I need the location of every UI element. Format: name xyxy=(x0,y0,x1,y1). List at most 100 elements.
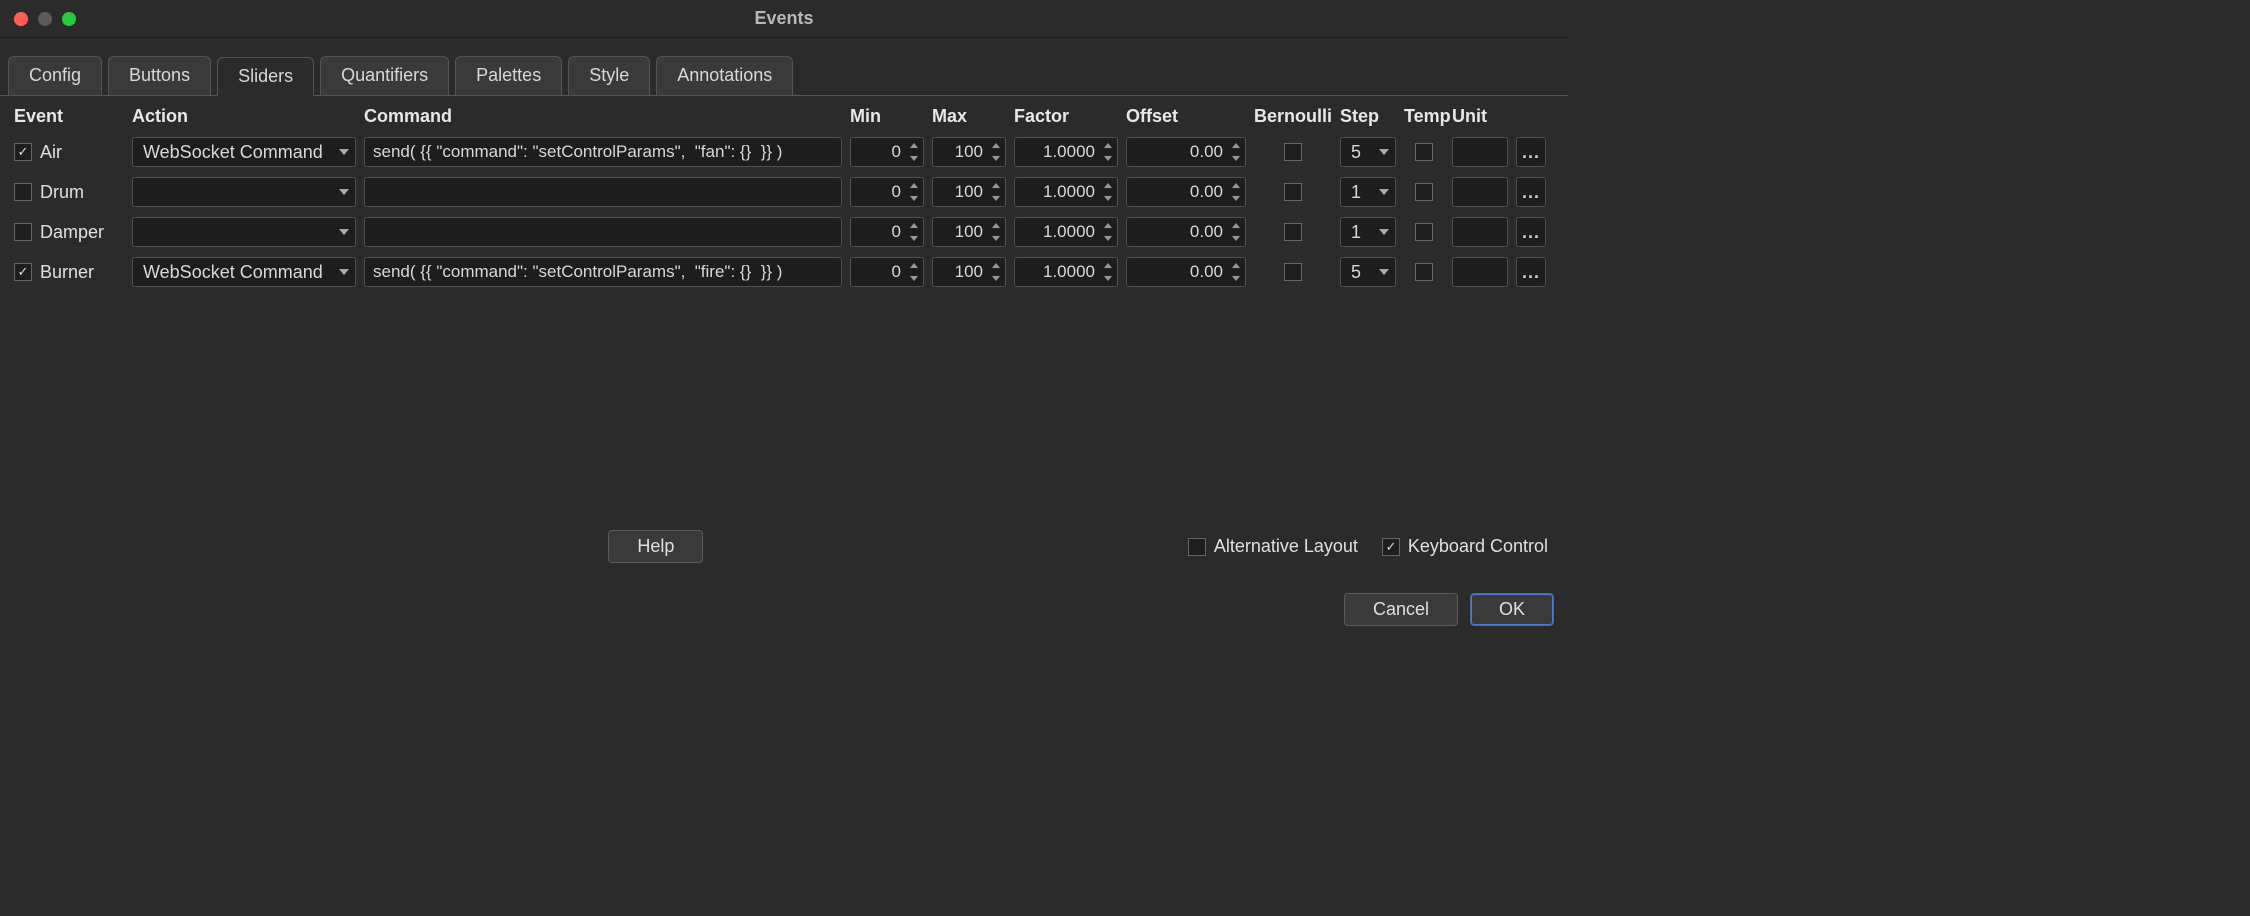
ok-button[interactable]: OK xyxy=(1470,593,1554,626)
min-spin-burner-input[interactable] xyxy=(851,262,905,282)
temp-checkbox-drum[interactable] xyxy=(1415,183,1433,201)
command-input-air[interactable] xyxy=(373,142,833,162)
window-minimize-button[interactable] xyxy=(38,12,52,26)
unit-field-burner[interactable] xyxy=(1452,257,1508,287)
offset-spin-burner-up[interactable] xyxy=(1229,260,1243,271)
tab-annotations[interactable]: Annotations xyxy=(656,56,793,95)
alternative-layout-checkbox[interactable] xyxy=(1188,538,1206,556)
min-spin-damper[interactable] xyxy=(850,217,924,247)
max-spin-damper-input[interactable] xyxy=(933,222,987,242)
max-spin-burner-up[interactable] xyxy=(989,260,1003,271)
max-spin-damper[interactable] xyxy=(932,217,1006,247)
more-button-drum[interactable]: ... xyxy=(1516,177,1546,207)
action-combo-drum[interactable] xyxy=(132,177,356,207)
max-spin-air-down[interactable] xyxy=(989,153,1003,164)
min-spin-burner[interactable] xyxy=(850,257,924,287)
max-spin-damper-down[interactable] xyxy=(989,233,1003,244)
max-spin-air-input[interactable] xyxy=(933,142,987,162)
max-spin-damper-up[interactable] xyxy=(989,220,1003,231)
window-zoom-button[interactable] xyxy=(62,12,76,26)
command-input-burner[interactable] xyxy=(373,262,833,282)
enable-checkbox-drum[interactable] xyxy=(14,183,32,201)
tab-quantifiers[interactable]: Quantifiers xyxy=(320,56,449,95)
max-spin-drum-input[interactable] xyxy=(933,182,987,202)
offset-spin-burner-down[interactable] xyxy=(1229,273,1243,284)
offset-spin-damper-up[interactable] xyxy=(1229,220,1243,231)
step-combo-damper[interactable]: 1 xyxy=(1340,217,1396,247)
factor-spin-burner-down[interactable] xyxy=(1101,273,1115,284)
bernoulli-checkbox-drum[interactable] xyxy=(1284,183,1302,201)
temp-checkbox-burner[interactable] xyxy=(1415,263,1433,281)
tab-palettes[interactable]: Palettes xyxy=(455,56,562,95)
step-combo-air[interactable]: 5 xyxy=(1340,137,1396,167)
min-spin-drum-input[interactable] xyxy=(851,182,905,202)
factor-spin-damper-up[interactable] xyxy=(1101,220,1115,231)
min-spin-air-up[interactable] xyxy=(907,140,921,151)
action-combo-damper[interactable] xyxy=(132,217,356,247)
factor-spin-drum-up[interactable] xyxy=(1101,180,1115,191)
factor-spin-drum[interactable] xyxy=(1014,177,1118,207)
factor-spin-drum-input[interactable] xyxy=(1015,182,1099,202)
more-button-burner[interactable]: ... xyxy=(1516,257,1546,287)
factor-spin-air[interactable] xyxy=(1014,137,1118,167)
min-spin-drum-up[interactable] xyxy=(907,180,921,191)
min-spin-burner-up[interactable] xyxy=(907,260,921,271)
help-button[interactable]: Help xyxy=(608,530,703,563)
offset-spin-damper-down[interactable] xyxy=(1229,233,1243,244)
command-field-air[interactable] xyxy=(364,137,842,167)
factor-spin-damper-input[interactable] xyxy=(1015,222,1099,242)
cancel-button[interactable]: Cancel xyxy=(1344,593,1458,626)
tab-style[interactable]: Style xyxy=(568,56,650,95)
offset-spin-drum-up[interactable] xyxy=(1229,180,1243,191)
step-combo-drum[interactable]: 1 xyxy=(1340,177,1396,207)
more-button-air[interactable]: ... xyxy=(1516,137,1546,167)
min-spin-damper-input[interactable] xyxy=(851,222,905,242)
factor-spin-burner-up[interactable] xyxy=(1101,260,1115,271)
tab-buttons[interactable]: Buttons xyxy=(108,56,211,95)
more-button-damper[interactable]: ... xyxy=(1516,217,1546,247)
offset-spin-drum[interactable] xyxy=(1126,177,1246,207)
offset-spin-drum-input[interactable] xyxy=(1127,182,1227,202)
factor-spin-burner-input[interactable] xyxy=(1015,262,1099,282)
keyboard-control-checkbox[interactable] xyxy=(1382,538,1400,556)
max-spin-air[interactable] xyxy=(932,137,1006,167)
max-spin-burner-down[interactable] xyxy=(989,273,1003,284)
unit-field-air[interactable] xyxy=(1452,137,1508,167)
factor-spin-air-input[interactable] xyxy=(1015,142,1099,162)
min-spin-air-input[interactable] xyxy=(851,142,905,162)
factor-spin-air-down[interactable] xyxy=(1101,153,1115,164)
min-spin-burner-down[interactable] xyxy=(907,273,921,284)
offset-spin-damper-input[interactable] xyxy=(1127,222,1227,242)
offset-spin-air-input[interactable] xyxy=(1127,142,1227,162)
min-spin-air[interactable] xyxy=(850,137,924,167)
min-spin-drum-down[interactable] xyxy=(907,193,921,204)
max-spin-drum[interactable] xyxy=(932,177,1006,207)
max-spin-burner[interactable] xyxy=(932,257,1006,287)
tab-config[interactable]: Config xyxy=(8,56,102,95)
min-spin-air-down[interactable] xyxy=(907,153,921,164)
offset-spin-damper[interactable] xyxy=(1126,217,1246,247)
factor-spin-damper-down[interactable] xyxy=(1101,233,1115,244)
command-field-drum[interactable] xyxy=(364,177,842,207)
min-spin-drum[interactable] xyxy=(850,177,924,207)
factor-spin-drum-down[interactable] xyxy=(1101,193,1115,204)
enable-checkbox-air[interactable] xyxy=(14,143,32,161)
max-spin-drum-up[interactable] xyxy=(989,180,1003,191)
max-spin-air-up[interactable] xyxy=(989,140,1003,151)
enable-checkbox-damper[interactable] xyxy=(14,223,32,241)
bernoulli-checkbox-burner[interactable] xyxy=(1284,263,1302,281)
factor-spin-air-up[interactable] xyxy=(1101,140,1115,151)
bernoulli-checkbox-air[interactable] xyxy=(1284,143,1302,161)
action-combo-burner[interactable]: WebSocket Command xyxy=(132,257,356,287)
enable-checkbox-burner[interactable] xyxy=(14,263,32,281)
offset-spin-air-up[interactable] xyxy=(1229,140,1243,151)
offset-spin-drum-down[interactable] xyxy=(1229,193,1243,204)
unit-field-drum[interactable] xyxy=(1452,177,1508,207)
command-field-damper[interactable] xyxy=(364,217,842,247)
command-input-drum[interactable] xyxy=(373,182,833,202)
min-spin-damper-down[interactable] xyxy=(907,233,921,244)
offset-spin-burner-input[interactable] xyxy=(1127,262,1227,282)
offset-spin-air-down[interactable] xyxy=(1229,153,1243,164)
window-close-button[interactable] xyxy=(14,12,28,26)
action-combo-air[interactable]: WebSocket Command xyxy=(132,137,356,167)
